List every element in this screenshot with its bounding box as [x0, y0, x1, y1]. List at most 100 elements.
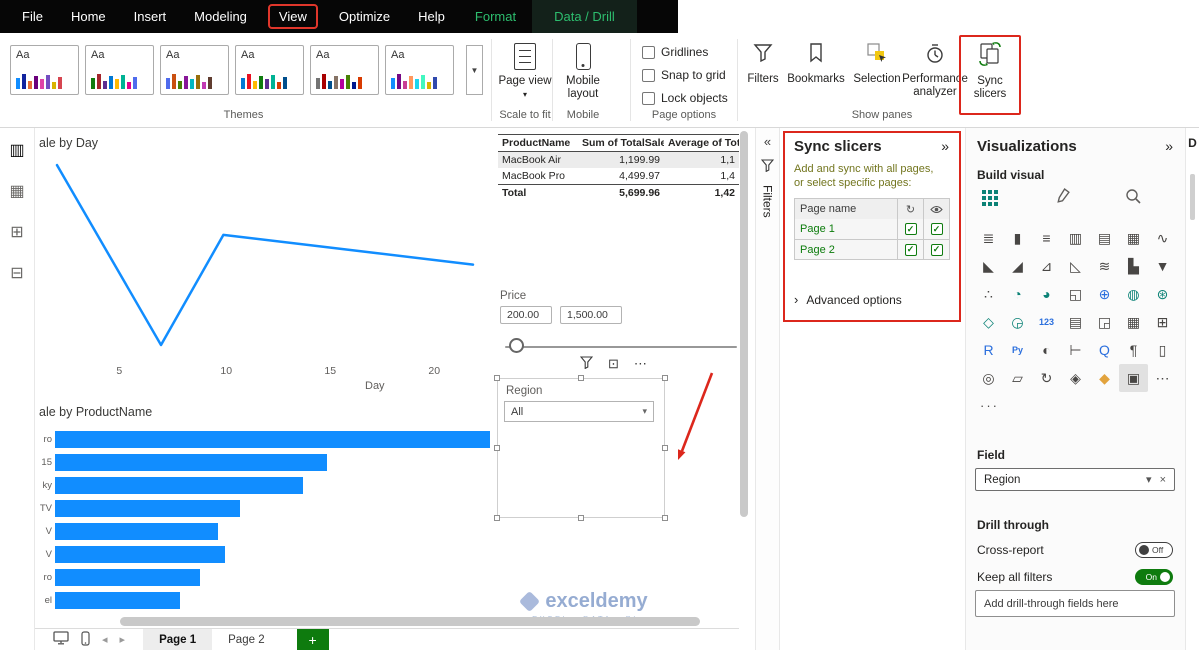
dax-query-view-icon[interactable]: ⊟ [5, 261, 29, 285]
paginated-report-icon[interactable]: ▯ [1148, 336, 1177, 364]
python-visual-icon[interactable]: Py [1003, 336, 1032, 364]
sync-slicers-button[interactable]: Sync slicers [965, 41, 1015, 101]
qa-visual-icon[interactable]: Q [1090, 336, 1119, 364]
bar[interactable] [55, 523, 218, 540]
mobile-layout-button[interactable]: Mobile layout [556, 41, 610, 101]
region-dropdown[interactable]: All ▾ [504, 401, 654, 422]
hundred-stacked-bar-chart-icon[interactable]: ▤ [1090, 224, 1119, 252]
build-visual-tab-icon[interactable] [982, 189, 999, 207]
summary-table[interactable]: ProductName Sum of TotalSale Average of To… [498, 134, 739, 201]
waterfall-chart-icon[interactable]: ▙ [1119, 252, 1148, 280]
more-visuals-ellipsis[interactable]: ··· [980, 398, 999, 413]
menu-item-home[interactable]: Home [71, 9, 106, 24]
bar[interactable] [55, 454, 327, 471]
line-chart[interactable] [45, 150, 500, 365]
report-canvas[interactable]: ale by Day 5 10 15 20 Day ProductName Sum of… [35, 128, 739, 628]
bookmarks-pane-button[interactable]: Bookmarks [784, 41, 848, 86]
table-row[interactable]: MacBook Pro 4,499.97 1,4 [498, 168, 739, 185]
line-stacked-column-chart-icon[interactable]: ⊿ [1032, 252, 1061, 280]
table-row[interactable]: MacBook Air 1,199.99 1,1 [498, 151, 739, 168]
hundred-stacked-column-chart-icon[interactable]: ▦ [1119, 224, 1148, 252]
table-icon[interactable]: ▦ [1119, 308, 1148, 336]
filled-map-icon[interactable]: ◍ [1119, 280, 1148, 308]
advanced-options-toggle[interactable]: › Advanced options [794, 292, 902, 307]
bar[interactable] [55, 592, 180, 609]
gauge-icon[interactable]: ◶ [1003, 308, 1032, 336]
shape-map-icon[interactable]: ◇ [974, 308, 1003, 336]
power-automate-icon[interactable]: ↻ [1032, 364, 1061, 392]
drill-through-drop-zone[interactable]: Add drill-through fields here [975, 590, 1175, 617]
visible-checkbox[interactable]: ✓ [930, 243, 943, 256]
performance-analyzer-button[interactable]: Performance analyzer [902, 41, 968, 99]
menu-item-modeling[interactable]: Modeling [194, 9, 247, 24]
chevron-down-icon[interactable]: ▾ [1146, 473, 1152, 486]
scatter-chart-icon[interactable]: ∴ [974, 280, 1003, 308]
line-chart-icon[interactable]: ∿ [1148, 224, 1177, 252]
menu-item-help[interactable]: Help [418, 9, 445, 24]
line-clustered-column-chart-icon[interactable]: ◺ [1061, 252, 1090, 280]
custom-visual-icon[interactable]: ◆ [1090, 364, 1119, 392]
slicer-icon[interactable]: ▣ [1119, 364, 1148, 392]
focus-mode-icon[interactable]: ⊡ [608, 356, 619, 372]
model-view-icon[interactable]: ⊞ [5, 220, 29, 244]
stacked-bar-chart-icon[interactable]: ≣ [974, 224, 1003, 252]
price-slider-track[interactable] [505, 346, 737, 348]
funnel-chart-icon[interactable]: ▼ [1148, 252, 1177, 280]
theme-card[interactable]: Aa [235, 45, 304, 95]
key-influencers-icon[interactable]: ◐ [1032, 336, 1061, 364]
lock-objects-checkbox[interactable] [642, 91, 655, 105]
sync-page-row[interactable]: Page 1 ✓ ✓ [795, 219, 949, 239]
next-page-icon[interactable]: ▸ [120, 633, 126, 646]
ribbon-chart-icon[interactable]: ≋ [1090, 252, 1119, 280]
theme-card[interactable]: Aa [85, 45, 154, 95]
get-more-visuals-icon[interactable]: ⋯ [1148, 364, 1177, 392]
price-min-input[interactable]: 200.00 [500, 306, 552, 324]
sync-checkbox[interactable]: ✓ [904, 243, 917, 256]
bar-chart-bars[interactable]: ro 15 ky TV V Vro el [35, 428, 500, 612]
resize-handle[interactable] [662, 375, 668, 381]
menu-item-insert[interactable]: Insert [134, 9, 167, 24]
resize-handle[interactable] [494, 375, 500, 381]
snap-to-grid-checkbox[interactable] [642, 68, 655, 82]
remove-field-icon[interactable]: × [1160, 474, 1166, 486]
matrix-icon[interactable]: ⊞ [1148, 308, 1177, 336]
clustered-bar-chart-icon[interactable]: ≡ [1032, 224, 1061, 252]
vertical-scrollbar[interactable] [740, 131, 748, 517]
refresh-icon[interactable]: ↻ [906, 203, 915, 216]
bar[interactable] [55, 500, 240, 517]
smart-narrative-icon[interactable]: ¶ [1119, 336, 1148, 364]
stacked-area-chart-icon[interactable]: ◢ [1003, 252, 1032, 280]
filters-pane-button[interactable]: Filters [744, 41, 782, 86]
gridlines-checkbox-row[interactable]: Gridlines [642, 45, 708, 59]
pie-chart-icon[interactable]: ◔ [1003, 280, 1032, 308]
visual-filter-icon[interactable] [579, 356, 594, 372]
donut-chart-icon[interactable]: ◕ [1032, 280, 1061, 308]
visible-checkbox[interactable]: ✓ [930, 223, 943, 235]
price-max-input[interactable]: 1,500.00 [560, 306, 622, 324]
collapse-pane-icon[interactable]: » [941, 138, 949, 154]
power-apps-icon[interactable]: ▱ [1003, 364, 1032, 392]
menu-item-view[interactable]: View [267, 4, 318, 29]
bar[interactable] [55, 431, 490, 448]
resize-handle[interactable] [578, 515, 584, 521]
multi-row-card-icon[interactable]: ▤ [1061, 308, 1090, 336]
selection-pane-button[interactable]: Selection [850, 41, 904, 86]
field-well-region[interactable]: Region ▾ × [975, 468, 1175, 491]
region-slicer[interactable]: Region All ▾ [494, 375, 668, 521]
lock-objects-checkbox-row[interactable]: Lock objects [642, 91, 728, 105]
theme-card[interactable]: Aa [160, 45, 229, 95]
azure-map-icon[interactable]: ⊛ [1148, 280, 1177, 308]
theme-card[interactable]: Aa [385, 45, 454, 95]
kpi-icon[interactable]: ◲ [1090, 308, 1119, 336]
pane-scrollbar[interactable] [1190, 174, 1195, 220]
decomposition-tree-icon[interactable]: ⊢ [1061, 336, 1090, 364]
menu-item-data-drill[interactable]: Data / Drill [532, 0, 637, 33]
page-tab-page-2[interactable]: Page 2 [212, 629, 280, 650]
bar[interactable] [55, 569, 200, 586]
theme-card[interactable]: Aa [10, 45, 79, 95]
collapse-pane-icon[interactable]: » [1165, 138, 1173, 154]
data-view-icon[interactable]: ▦ [5, 179, 29, 203]
menu-item-format[interactable]: Format [475, 9, 516, 24]
area-chart-icon[interactable]: ◣ [974, 252, 1003, 280]
analytics-tab-icon[interactable] [1125, 188, 1142, 208]
